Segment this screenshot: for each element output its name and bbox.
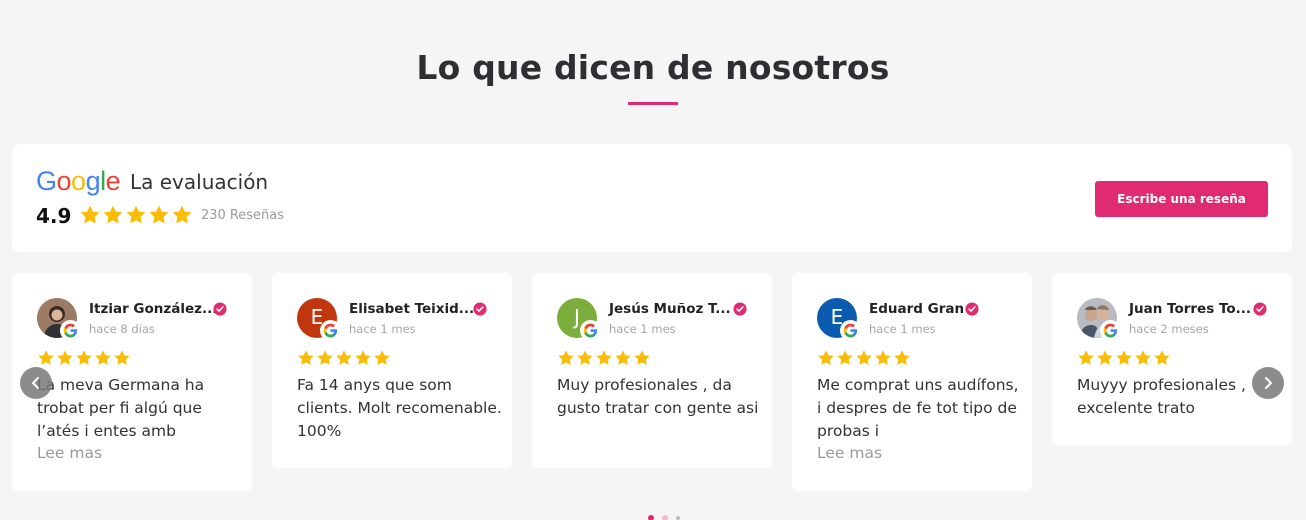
- reviewer-name: Jesús Muñoz T...: [609, 301, 731, 317]
- summary-stars: [79, 204, 193, 226]
- google-g-badge-icon: [1100, 320, 1121, 341]
- review-stars: [37, 349, 131, 367]
- read-more-link[interactable]: Lee mas: [37, 444, 102, 462]
- star-icon: [558, 350, 574, 365]
- carousel-dot[interactable]: [662, 515, 668, 520]
- evaluation-label: La evaluación: [130, 170, 269, 194]
- carousel-prev-button[interactable]: [20, 367, 52, 399]
- reviewer-name: Juan Torres To...: [1129, 301, 1252, 317]
- verified-check-icon: [733, 302, 747, 316]
- star-icon: [38, 350, 54, 365]
- review-count-label: Reseñas: [229, 208, 285, 223]
- review-date: hace 1 mes: [869, 322, 936, 336]
- review-text: Me comprat uns audífons, i despres de fe…: [817, 376, 1019, 440]
- avatar: E: [297, 298, 341, 341]
- review-stars: [1077, 349, 1171, 367]
- review-count: 230 Reseñas: [201, 208, 284, 223]
- avatar: E: [817, 298, 861, 341]
- star-icon: [149, 205, 169, 224]
- review-date: hace 8 días: [89, 322, 155, 336]
- review-date: hace 2 meses: [1129, 322, 1209, 336]
- carousel-dot[interactable]: [648, 515, 654, 520]
- star-icon: [1135, 350, 1151, 365]
- star-icon: [317, 350, 333, 365]
- star-icon: [57, 350, 73, 365]
- carousel-pagination: [648, 515, 680, 520]
- review-date: hace 1 mes: [349, 322, 416, 336]
- star-icon: [336, 350, 352, 365]
- review-card: E Eduard Gran hace 1 mes Me comprat uns …: [792, 273, 1032, 491]
- review-stars: [557, 349, 651, 367]
- star-icon: [1097, 350, 1113, 365]
- verified-check-icon: [473, 302, 487, 316]
- title-underline: [628, 102, 678, 105]
- star-icon: [875, 350, 891, 365]
- star-icon: [76, 350, 92, 365]
- star-icon: [374, 350, 390, 365]
- star-icon: [298, 350, 314, 365]
- star-icon: [634, 350, 650, 365]
- chevron-right-icon: [1265, 377, 1272, 389]
- write-review-button[interactable]: Escribe una reseña: [1095, 181, 1268, 217]
- verified-check-icon: [965, 302, 979, 316]
- star-icon: [818, 350, 834, 365]
- google-g-badge-icon: [60, 320, 81, 341]
- star-icon: [894, 350, 910, 365]
- star-icon: [95, 350, 111, 365]
- review-text: Muy profesionales , da gusto tratar con …: [557, 376, 759, 417]
- reviewer-name: Itziar González...: [89, 301, 218, 317]
- review-card: J Jesús Muñoz T... hace 1 mes Muy profes…: [532, 273, 772, 468]
- star-icon: [837, 350, 853, 365]
- star-icon: [596, 350, 612, 365]
- star-icon: [80, 205, 100, 224]
- star-icon: [103, 205, 123, 224]
- star-icon: [172, 205, 192, 224]
- star-icon: [1154, 350, 1170, 365]
- star-icon: [856, 350, 872, 365]
- review-count-number: 230: [201, 208, 226, 223]
- review-stars: [817, 349, 911, 367]
- google-logo: Google: [36, 166, 121, 196]
- verified-check-icon: [1253, 302, 1267, 316]
- star-icon: [577, 350, 593, 365]
- section-title: Lo que dicen de nosotros: [416, 48, 890, 87]
- read-more-link[interactable]: Lee mas: [817, 444, 882, 462]
- chevron-left-icon: [32, 377, 39, 389]
- star-icon: [1078, 350, 1094, 365]
- avatar: [1077, 298, 1121, 341]
- review-text: La meva Germana ha trobat per fi algú qu…: [37, 376, 205, 440]
- star-icon: [615, 350, 631, 365]
- review-card: E Elisabet Teixid... hace 1 mes Fa 14 an…: [272, 273, 512, 468]
- rating-summary-card: Google La evaluación 4.9 230 Reseñas Escr…: [12, 144, 1292, 252]
- google-g-badge-icon: [840, 320, 861, 341]
- carousel-next-button[interactable]: [1252, 367, 1284, 399]
- carousel-dot[interactable]: [676, 516, 680, 520]
- average-rating: 4.9: [36, 204, 72, 228]
- reviewer-name: Elisabet Teixid...: [349, 301, 475, 317]
- reviewer-name: Eduard Gran: [869, 301, 965, 317]
- google-g-badge-icon: [580, 320, 601, 341]
- star-icon: [114, 350, 130, 365]
- star-icon: [126, 205, 146, 224]
- avatar: J: [557, 298, 601, 341]
- review-stars: [297, 349, 391, 367]
- star-icon: [1116, 350, 1132, 365]
- review-card: Juan Torres To... hace 2 meses Muyyy pro…: [1052, 273, 1292, 445]
- star-icon: [355, 350, 371, 365]
- avatar-letter: J: [574, 305, 580, 329]
- review-date: hace 1 mes: [609, 322, 676, 336]
- review-text: Fa 14 anys que som clients. Molt recomen…: [297, 376, 502, 440]
- google-g-badge-icon: [320, 320, 341, 341]
- verified-check-icon: [213, 302, 227, 316]
- avatar: [37, 298, 81, 341]
